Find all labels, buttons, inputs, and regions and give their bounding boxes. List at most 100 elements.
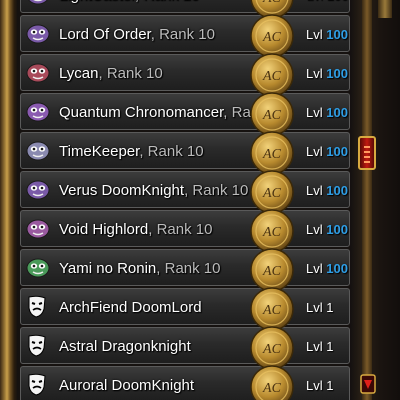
character-row[interactable]: Quantum Chronomancer, Rank 1AC Lvl 100	[20, 92, 350, 136]
grip-line	[364, 151, 370, 153]
theater-mask-icon	[25, 295, 51, 319]
class-rank: Rank 10	[147, 143, 204, 160]
level-value: 100	[326, 66, 348, 81]
level-value: 100	[326, 222, 348, 237]
mask-icon	[25, 178, 51, 202]
character-name-text: Verus DoomKnight, Rank 10	[59, 172, 248, 209]
level-value: 100	[326, 27, 348, 42]
class-rank: Rank 10	[159, 26, 215, 43]
level-label: Lvl	[306, 27, 323, 42]
level-label: Lvl	[306, 222, 323, 237]
character-level: Lvl 100	[306, 94, 348, 131]
character-name: ArchFiend DoomLord	[59, 299, 202, 316]
character-row[interactable]: Verus DoomKnight, Rank 10 AC Lvl 100	[20, 170, 350, 214]
mask-icon	[25, 61, 51, 85]
level-label: Lvl	[306, 300, 323, 315]
character-level: Lvl 100	[306, 172, 348, 209]
character-level: Lvl 100	[306, 133, 348, 170]
character-name: TimeKeeper	[59, 143, 140, 160]
mask-icon	[25, 256, 51, 280]
mask-icon	[25, 0, 51, 7]
ac-emblem-text: AC	[262, 186, 282, 201]
character-name-text: ArchFiend DoomLord	[59, 289, 202, 326]
class-rank: Rank 10	[106, 65, 163, 82]
character-name-text: LightCaster, Rank 10	[59, 0, 199, 14]
ac-emblem-text: AC	[262, 108, 282, 123]
character-name-text: Yami no Ronin, Rank 10	[59, 250, 221, 287]
ac-emblem-text: AC	[262, 225, 282, 240]
class-rank: Rank 10	[143, 0, 199, 4]
frame-ornament	[378, 0, 392, 18]
level-label: Lvl	[306, 144, 323, 159]
character-row[interactable]: Auroral DoomKnight AC Lvl 1	[20, 364, 350, 400]
class-rank: Rank 10	[156, 221, 213, 238]
mask-icon	[25, 217, 51, 241]
character-level: Lvl 1	[306, 328, 333, 365]
ac-coin-emblem-icon: AC	[249, 364, 295, 400]
level-label: Lvl	[306, 105, 323, 120]
character-level: Lvl 100	[306, 16, 348, 53]
character-row[interactable]: Lycan, Rank 10 AC Lvl 100	[20, 53, 350, 97]
mask-icon	[25, 100, 51, 124]
scrollbar-track[interactable]	[362, 0, 372, 400]
level-value: 100	[326, 0, 348, 3]
ac-emblem-text: AC	[262, 303, 282, 318]
grip-line	[364, 156, 370, 158]
scrollbar-thumb[interactable]	[358, 136, 376, 170]
name-separator: ,	[135, 0, 143, 4]
character-name-text: Auroral DoomKnight	[59, 367, 194, 400]
class-rank: Rank 10	[164, 260, 221, 277]
character-level: Lvl 100	[306, 0, 348, 14]
mask-icon	[25, 22, 51, 46]
character-name-text: Lord Of Order, Rank 10	[59, 16, 215, 53]
character-name: Lord Of Order	[59, 26, 151, 43]
character-row[interactable]: Astral Dragonknight AC Lvl 1	[20, 326, 350, 370]
name-separator: ,	[148, 221, 157, 238]
character-level: Lvl 100	[306, 55, 348, 92]
grip-line	[364, 161, 370, 163]
level-value: 100	[326, 183, 348, 198]
character-name: Lycan	[59, 65, 99, 82]
name-separator: ,	[98, 65, 107, 82]
ac-emblem-text: AC	[262, 342, 282, 357]
character-name-text: Void Highlord, Rank 10	[59, 211, 212, 248]
character-row[interactable]: TimeKeeper, Rank 10 AC Lvl 100	[20, 131, 350, 175]
character-name: Yami no Ronin	[59, 260, 157, 277]
left-frame-border	[0, 0, 18, 400]
name-separator: ,	[139, 143, 148, 160]
character-name: LightCaster	[59, 0, 135, 4]
grip-line	[364, 146, 370, 148]
mask-icon	[25, 139, 51, 163]
name-separator: ,	[150, 26, 160, 43]
ac-emblem-text: AC	[262, 264, 282, 279]
theater-mask-icon	[25, 334, 51, 358]
level-value: 1	[326, 339, 334, 354]
ac-emblem-text: AC	[262, 69, 282, 84]
character-row[interactable]: Lord Of Order, Rank 10 AC Lvl 100	[20, 14, 350, 58]
level-value: 1	[326, 378, 334, 393]
character-name: Astral Dragonknight	[59, 338, 191, 355]
character-row[interactable]: LightCaster, Rank 10 AC Lvl 100	[20, 0, 350, 19]
ac-emblem-text: AC	[262, 30, 282, 45]
name-separator: ,	[223, 104, 232, 121]
character-row[interactable]: Void Highlord, Rank 10 AC Lvl 100	[20, 209, 350, 253]
level-label: Lvl	[306, 378, 323, 393]
ac-emblem-text: AC	[262, 147, 282, 162]
level-label: Lvl	[306, 183, 323, 198]
character-list: LightCaster, Rank 10ACLvl 100Lord Of Ord…	[20, 0, 350, 400]
character-level: Lvl 1	[306, 289, 333, 326]
scroll-down-arrow-icon[interactable]	[360, 374, 376, 394]
theater-mask-icon	[25, 373, 51, 397]
character-name-text: Lycan, Rank 10	[59, 55, 163, 92]
class-rank: Rank 10	[192, 182, 249, 199]
character-row[interactable]: Yami no Ronin, Rank 10 AC Lvl 100	[20, 248, 350, 292]
level-value: 100	[326, 105, 348, 120]
character-row[interactable]: ArchFiend DoomLord AC Lvl 1	[20, 287, 350, 331]
character-name-text: Quantum Chronomancer, Rank 1	[59, 94, 279, 131]
character-name: Void Highlord	[59, 221, 149, 238]
level-value: 100	[326, 261, 348, 276]
character-name-text: TimeKeeper, Rank 10	[59, 133, 204, 170]
character-name: Auroral DoomKnight	[59, 377, 195, 394]
ac-emblem-text: AC	[262, 381, 282, 396]
character-level: Lvl 1	[306, 367, 333, 400]
